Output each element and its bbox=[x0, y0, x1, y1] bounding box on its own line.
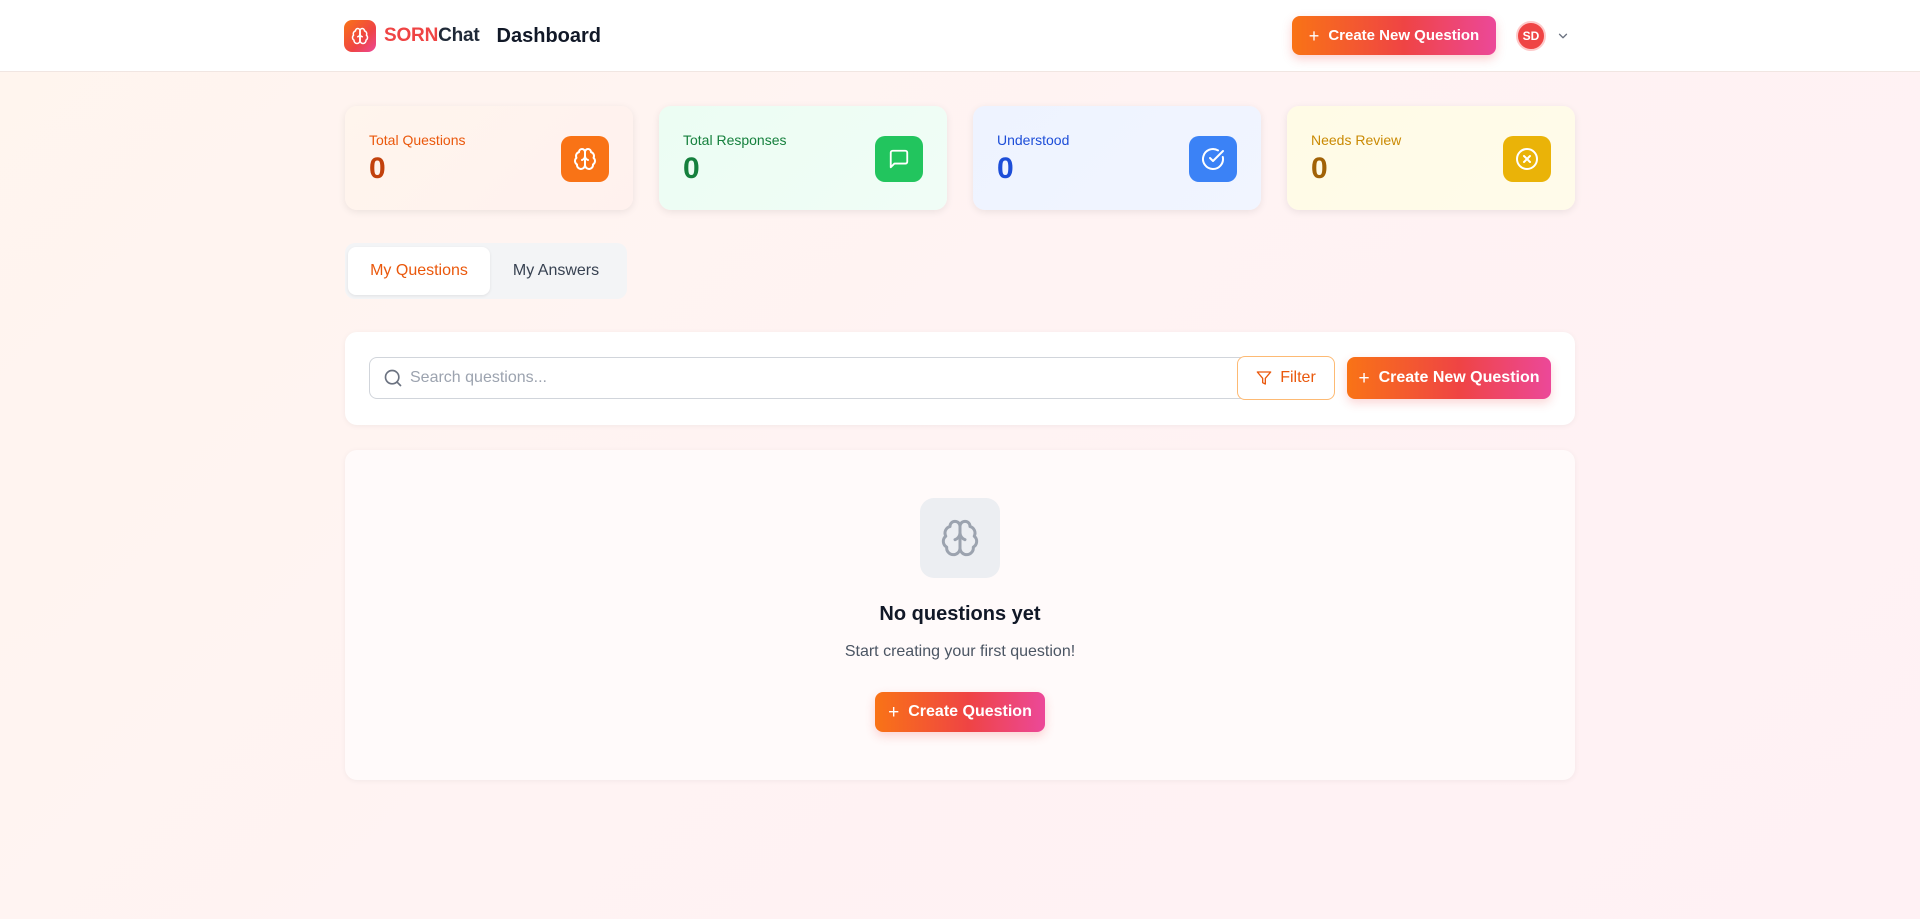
stat-label: Needs Review bbox=[1311, 132, 1402, 148]
filter-icon bbox=[1256, 370, 1272, 386]
stat-label: Total Responses bbox=[683, 132, 787, 148]
brand-name-primary: SORN bbox=[384, 25, 439, 46]
brain-icon bbox=[574, 148, 596, 170]
stat-card-needs-review: Needs Review 0 bbox=[1287, 106, 1575, 210]
header-create-question-label: Create New Question bbox=[1328, 27, 1480, 44]
brand-name: SORNChat bbox=[384, 25, 480, 47]
stat-icon-box bbox=[1503, 136, 1551, 182]
stat-value: 0 bbox=[997, 152, 1014, 185]
filter-label: Filter bbox=[1280, 369, 1316, 386]
brand[interactable]: SORNChat Dashboard bbox=[344, 20, 601, 52]
create-new-question-button[interactable]: + Create New Question bbox=[1347, 357, 1551, 399]
user-menu[interactable]: SD bbox=[1516, 20, 1570, 52]
create-question-button[interactable]: + Create Question bbox=[875, 692, 1045, 732]
avatar[interactable]: SD bbox=[1516, 21, 1546, 51]
stat-card-total-responses: Total Responses 0 bbox=[659, 106, 947, 210]
tab-my-answers[interactable]: My Answers bbox=[490, 247, 622, 295]
page-title: Dashboard bbox=[496, 24, 601, 47]
search-panel: Filter + Create New Question bbox=[345, 332, 1575, 425]
create-question-label: Create Question bbox=[908, 703, 1032, 720]
top-header: SORNChat Dashboard + Create New Question… bbox=[0, 0, 1920, 72]
stat-label: Understood bbox=[997, 132, 1070, 148]
header-create-question-button[interactable]: + Create New Question bbox=[1292, 16, 1496, 55]
empty-state-panel: No questions yet Start creating your fir… bbox=[345, 450, 1575, 780]
brand-name-secondary: Chat bbox=[438, 25, 480, 46]
plus-icon: + bbox=[1308, 25, 1320, 46]
plus-icon: + bbox=[888, 701, 900, 723]
stat-label: Total Questions bbox=[369, 132, 466, 148]
x-circle-icon bbox=[1516, 148, 1538, 170]
stat-icon-box bbox=[875, 136, 923, 182]
filter-button[interactable]: Filter bbox=[1237, 356, 1335, 400]
empty-state-title: No questions yet bbox=[879, 603, 1041, 625]
plus-icon: + bbox=[1358, 367, 1370, 389]
stat-value: 0 bbox=[369, 152, 386, 185]
stat-icon-box bbox=[561, 136, 609, 182]
chevron-down-icon[interactable] bbox=[1556, 29, 1570, 43]
empty-state-subtitle: Start creating your first question! bbox=[844, 643, 1076, 660]
tab-list: My Questions My Answers bbox=[345, 243, 627, 299]
stat-card-understood: Understood 0 bbox=[973, 106, 1261, 210]
stat-icon-box bbox=[1189, 136, 1237, 182]
brain-icon bbox=[941, 519, 979, 557]
stat-value: 0 bbox=[683, 152, 700, 185]
check-circle-icon bbox=[1202, 148, 1224, 170]
brain-icon bbox=[351, 27, 369, 45]
message-square-icon bbox=[889, 149, 909, 169]
create-new-question-label: Create New Question bbox=[1378, 369, 1540, 386]
stat-card-total-questions: Total Questions 0 bbox=[345, 106, 633, 210]
search-input[interactable] bbox=[410, 358, 1255, 398]
stat-value: 0 bbox=[1311, 152, 1328, 185]
tab-my-questions[interactable]: My Questions bbox=[348, 247, 490, 295]
brand-logo bbox=[344, 20, 376, 52]
search-box[interactable] bbox=[369, 357, 1266, 399]
search-icon bbox=[383, 368, 403, 388]
empty-state-icon-box bbox=[920, 498, 1000, 578]
